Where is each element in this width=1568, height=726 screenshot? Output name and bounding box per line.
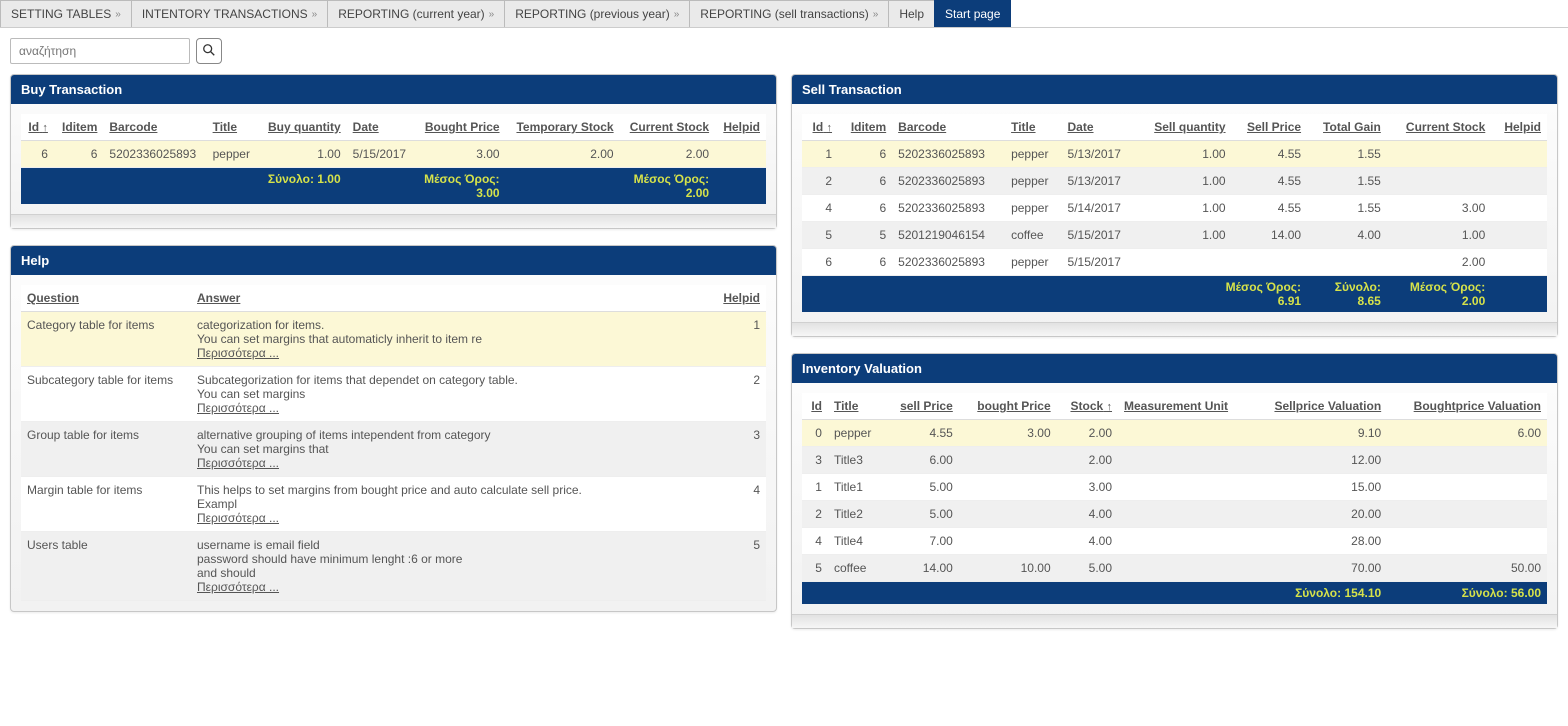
col-tstock[interactable]: Temporary Stock xyxy=(506,114,620,141)
summary-row: Μέσος Όρος:6.91 Σύνολο:8.65 Μέσος Όρος:2… xyxy=(802,276,1547,313)
table-row[interactable]: 0pepper4.553.002.009.106.00 xyxy=(802,420,1547,447)
table-row[interactable]: 1Title15.003.0015.00 xyxy=(802,474,1547,501)
nav-label: REPORTING (previous year) xyxy=(515,7,669,21)
chevron-right-icon: » xyxy=(674,9,680,20)
inventory-valuation-panel: Inventory Valuation Id Title sell Price … xyxy=(791,353,1558,629)
sort-asc-icon: ↑ xyxy=(42,122,48,134)
table-row[interactable]: Users tableusername is email fieldpasswo… xyxy=(21,532,766,601)
nav-item[interactable]: REPORTING (current year) » xyxy=(327,0,505,27)
more-link[interactable]: Περισσότερα ... xyxy=(197,456,279,470)
chevron-right-icon: » xyxy=(873,9,879,20)
help-panel: Help Question Answer Helpid Category tab… xyxy=(10,245,777,612)
panel-footer xyxy=(11,214,776,228)
col-gain[interactable]: Total Gain xyxy=(1307,114,1387,141)
col-id[interactable]: Id xyxy=(802,393,828,420)
col-buyqty[interactable]: Buy quantity xyxy=(258,114,346,141)
col-barcode[interactable]: Barcode xyxy=(892,114,1005,141)
col-sv[interactable]: Sellprice Valuation xyxy=(1251,393,1387,420)
col-question[interactable]: Question xyxy=(21,285,191,312)
col-barcode[interactable]: Barcode xyxy=(103,114,206,141)
inventory-valuation-table: Id Title sell Price bought Price Stock ↑… xyxy=(802,393,1547,604)
col-bv[interactable]: Boughtprice Valuation xyxy=(1387,393,1547,420)
nav-label: SETTING TABLES xyxy=(11,7,111,21)
summary-row: Σύνολο: 154.10 Σύνολο: 56.00 xyxy=(802,582,1547,605)
more-link[interactable]: Περισσότερα ... xyxy=(197,401,279,415)
col-date[interactable]: Date xyxy=(1062,114,1137,141)
table-row[interactable]: 165202336025893pepper5/13/20171.004.551.… xyxy=(802,141,1547,168)
table-row[interactable]: Category table for itemscategorization f… xyxy=(21,312,766,367)
panel-footer xyxy=(792,614,1557,628)
col-stock[interactable]: Stock ↑ xyxy=(1057,393,1118,420)
chevron-right-icon: » xyxy=(312,9,318,20)
summary-row: Σύνολο: 1.00 Μέσος Όρος:3.00 Μέσος Όρος:… xyxy=(21,168,766,205)
chevron-right-icon: » xyxy=(115,9,121,20)
panel-title: Sell Transaction xyxy=(792,75,1557,104)
more-link[interactable]: Περισσότερα ... xyxy=(197,346,279,360)
table-row[interactable]: Group table for itemsalternative groupin… xyxy=(21,422,766,477)
search-icon xyxy=(202,43,216,60)
nav-label: Start page xyxy=(945,7,1000,21)
nav-item[interactable]: SETTING TABLES » xyxy=(0,0,132,27)
table-row[interactable]: Subcategory table for itemsSubcategoriza… xyxy=(21,367,766,422)
col-cstock[interactable]: Current Stock xyxy=(620,114,715,141)
nav-label: INTENTORY TRANSACTIONS xyxy=(142,7,308,21)
nav-item[interactable]: INTENTORY TRANSACTIONS » xyxy=(131,0,328,27)
sell-transaction-panel: Sell Transaction Id ↑ Iditem Barcode Tit… xyxy=(791,74,1558,337)
col-cstock[interactable]: Current Stock xyxy=(1387,114,1491,141)
table-row[interactable]: 465202336025893pepper5/14/20171.004.551.… xyxy=(802,195,1547,222)
buy-transaction-panel: Buy Transaction Id ↑ Iditem Barcode Titl… xyxy=(10,74,777,229)
sell-transaction-table: Id ↑ Iditem Barcode Title Date Sell quan… xyxy=(802,114,1547,312)
nav-item[interactable]: Help xyxy=(888,0,935,27)
col-helpid[interactable]: Helpid xyxy=(1491,114,1547,141)
table-row[interactable]: 665202336025893pepper5/15/20172.00 xyxy=(802,249,1547,276)
panel-title: Inventory Valuation xyxy=(792,354,1557,383)
col-helpid[interactable]: Helpid xyxy=(706,285,766,312)
col-title[interactable]: Title xyxy=(207,114,259,141)
col-answer[interactable]: Answer xyxy=(191,285,706,312)
col-date[interactable]: Date xyxy=(347,114,415,141)
top-navigation: SETTING TABLES»INTENTORY TRANSACTIONS»RE… xyxy=(0,0,1568,28)
more-link[interactable]: Περισσότερα ... xyxy=(197,511,279,525)
nav-label: REPORTING (sell transactions) xyxy=(700,7,869,21)
search-bar xyxy=(0,28,1568,74)
col-title[interactable]: Title xyxy=(828,393,885,420)
nav-item[interactable]: REPORTING (previous year) » xyxy=(504,0,690,27)
help-table: Question Answer Helpid Category table fo… xyxy=(21,285,766,601)
col-helpid[interactable]: Helpid xyxy=(715,114,766,141)
col-iditem[interactable]: Iditem xyxy=(838,114,892,141)
col-sellprice[interactable]: sell Price xyxy=(885,393,959,420)
col-iditem[interactable]: Iditem xyxy=(54,114,103,141)
table-row[interactable]: Margin table for itemsThis helps to set … xyxy=(21,477,766,532)
table-row[interactable]: 665202336025893pepper1.005/15/20173.002.… xyxy=(21,141,766,168)
nav-label: Help xyxy=(899,7,924,21)
table-row[interactable]: 2Title25.004.0020.00 xyxy=(802,501,1547,528)
col-id[interactable]: Id ↑ xyxy=(802,114,838,141)
nav-label: REPORTING (current year) xyxy=(338,7,484,21)
sort-asc-icon: ↑ xyxy=(827,122,833,134)
table-row[interactable]: 265202336025893pepper5/13/20171.004.551.… xyxy=(802,168,1547,195)
sort-asc-icon: ↑ xyxy=(1107,401,1113,413)
nav-item[interactable]: Start page xyxy=(934,0,1011,27)
col-sellqty[interactable]: Sell quantity xyxy=(1136,114,1231,141)
table-row[interactable]: 555201219046154coffee5/15/20171.0014.004… xyxy=(802,222,1547,249)
panel-title: Help xyxy=(11,246,776,275)
buy-transaction-table: Id ↑ Iditem Barcode Title Buy quantity D… xyxy=(21,114,766,204)
nav-item[interactable]: REPORTING (sell transactions) » xyxy=(689,0,889,27)
search-button[interactable] xyxy=(196,38,222,64)
more-link[interactable]: Περισσότερα ... xyxy=(197,580,279,594)
table-row[interactable]: 4Title47.004.0028.00 xyxy=(802,528,1547,555)
search-input[interactable] xyxy=(10,38,190,64)
col-boughtprice[interactable]: bought Price xyxy=(959,393,1057,420)
panel-title: Buy Transaction xyxy=(11,75,776,104)
panel-footer xyxy=(792,322,1557,336)
col-title[interactable]: Title xyxy=(1005,114,1061,141)
col-sellprice[interactable]: Sell Price xyxy=(1232,114,1308,141)
col-id[interactable]: Id ↑ xyxy=(21,114,54,141)
col-mu[interactable]: Measurement Unit xyxy=(1118,393,1251,420)
chevron-right-icon: » xyxy=(489,9,495,20)
table-row[interactable]: 5coffee14.0010.005.0070.0050.00 xyxy=(802,555,1547,582)
col-bprice[interactable]: Bought Price xyxy=(415,114,506,141)
table-row[interactable]: 3Title36.002.0012.00 xyxy=(802,447,1547,474)
